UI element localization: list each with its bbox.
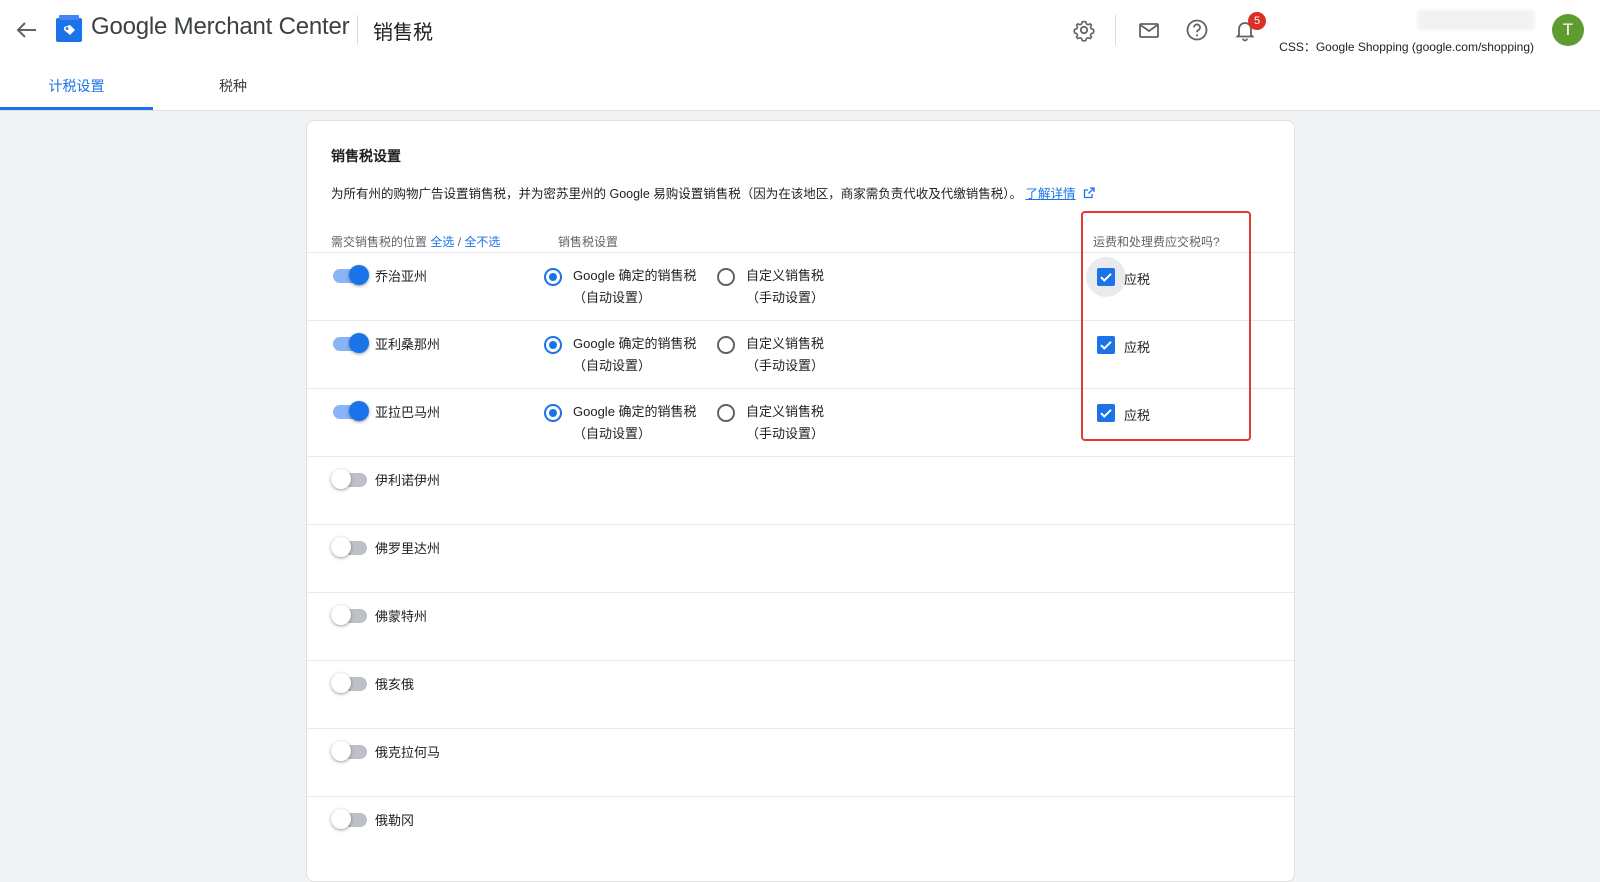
custom-tax-label: 自定义销售税 （手动设置）	[746, 333, 824, 377]
custom-tax-label-line2: （手动设置）	[746, 290, 825, 305]
google-tax-label: Google 确定的销售税 （自动设置）	[573, 265, 697, 309]
gear-icon[interactable]	[1069, 15, 1099, 45]
radio-google-tax[interactable]	[544, 336, 562, 354]
column-header-tax-setting: 销售税设置	[558, 235, 619, 249]
state-toggle[interactable]	[331, 809, 367, 829]
custom-tax-label-line1: 自定义销售税	[746, 404, 825, 419]
state-name: 佛蒙特州	[375, 609, 428, 624]
external-link-icon	[1083, 187, 1095, 199]
state-name: 俄亥俄	[375, 677, 415, 692]
radio-custom-tax[interactable]	[717, 268, 735, 286]
state-name: 俄勒冈	[375, 813, 415, 828]
column-header-location: 需交销售税的位置 全选 / 全不选	[331, 233, 500, 250]
state-row: 佛蒙特州	[307, 592, 1294, 661]
active-tab-indicator	[0, 107, 153, 110]
google-tax-label-line2: （自动设置）	[573, 290, 652, 305]
radio-google-tax[interactable]	[544, 404, 562, 422]
state-row: 俄克拉何马	[307, 728, 1294, 797]
custom-tax-label: 自定义销售税 （手动设置）	[746, 265, 824, 309]
state-toggle[interactable]	[331, 673, 367, 693]
state-toggle[interactable]	[331, 401, 369, 421]
state-row: 俄亥俄	[307, 660, 1294, 729]
state-name: 亚拉巴马州	[375, 405, 441, 420]
merchant-center-logo	[55, 14, 83, 44]
app-bar: Google Merchant Center 销售税 5 CSS：Google …	[0, 0, 1600, 63]
radio-google-tax[interactable]	[544, 268, 562, 286]
help-icon[interactable]	[1182, 15, 1212, 45]
back-arrow-icon[interactable]	[10, 14, 42, 46]
learn-more-link[interactable]: 了解详情	[1026, 187, 1076, 201]
state-toggle[interactable]	[331, 265, 369, 285]
state-toggle[interactable]	[331, 333, 369, 353]
state-name: 俄克拉何马	[375, 745, 441, 760]
title-divider	[357, 15, 358, 45]
card-description: 为所有州的购物广告设置销售税，并为密苏里州的 Google 易购设置销售税（因为…	[331, 183, 1095, 202]
card-title: 销售税设置	[331, 148, 401, 164]
state-name: 伊利诺伊州	[375, 473, 441, 488]
state-name: 乔治亚州	[375, 269, 428, 284]
mail-icon[interactable]	[1134, 15, 1164, 45]
google-tax-label: Google 确定的销售税 （自动设置）	[573, 333, 697, 377]
google-tax-label-line1: Google 确定的销售税	[573, 336, 697, 351]
account-name-redacted	[1417, 10, 1535, 30]
state-name: 佛罗里达州	[375, 541, 441, 556]
radio-custom-tax[interactable]	[717, 336, 735, 354]
custom-tax-label-line2: （手动设置）	[746, 426, 825, 441]
account-label: CSS：Google Shopping (google.com/shopping…	[1279, 40, 1534, 54]
state-row: 佛罗里达州	[307, 524, 1294, 593]
tab-bar: 计税设置 税种	[0, 62, 1600, 111]
custom-tax-label-line2: （手动设置）	[746, 358, 825, 373]
state-toggle[interactable]	[331, 469, 367, 489]
state-toggle[interactable]	[331, 605, 367, 625]
tab-tax-types[interactable]: 税种	[183, 62, 283, 110]
select-separator: /	[454, 235, 465, 249]
page-title: 销售税	[373, 22, 433, 44]
radio-custom-tax[interactable]	[717, 404, 735, 422]
state-row: 俄勒冈	[307, 796, 1294, 865]
select-none-link[interactable]: 全不选	[464, 235, 500, 249]
app-brand: Google Merchant Center	[91, 13, 350, 40]
notification-badge: 5	[1248, 12, 1266, 30]
custom-tax-label: 自定义销售税 （手动设置）	[746, 401, 824, 445]
state-toggle[interactable]	[331, 537, 367, 557]
toolbar-divider	[1115, 15, 1116, 45]
state-toggle[interactable]	[331, 741, 367, 761]
google-tax-label: Google 确定的销售税 （自动设置）	[573, 401, 697, 445]
location-header-label: 需交销售税的位置	[331, 235, 428, 249]
google-tax-label-line2: （自动设置）	[573, 426, 652, 441]
tab-tax-settings[interactable]: 计税设置	[0, 62, 153, 110]
custom-tax-label-line1: 自定义销售税	[746, 336, 825, 351]
description-text: 为所有州的购物广告设置销售税，并为密苏里州的 Google 易购设置销售税（因为…	[331, 187, 1023, 201]
state-row: 伊利诺伊州	[307, 456, 1294, 525]
select-all-link[interactable]: 全选	[430, 235, 454, 249]
state-name: 亚利桑那州	[375, 337, 441, 352]
google-tax-label-line1: Google 确定的销售税	[573, 404, 697, 419]
google-tax-label-line1: Google 确定的销售税	[573, 268, 697, 283]
google-tax-label-line2: （自动设置）	[573, 358, 652, 373]
avatar[interactable]: T	[1552, 14, 1584, 46]
highlight-box	[1081, 211, 1251, 441]
custom-tax-label-line1: 自定义销售税	[746, 268, 825, 283]
